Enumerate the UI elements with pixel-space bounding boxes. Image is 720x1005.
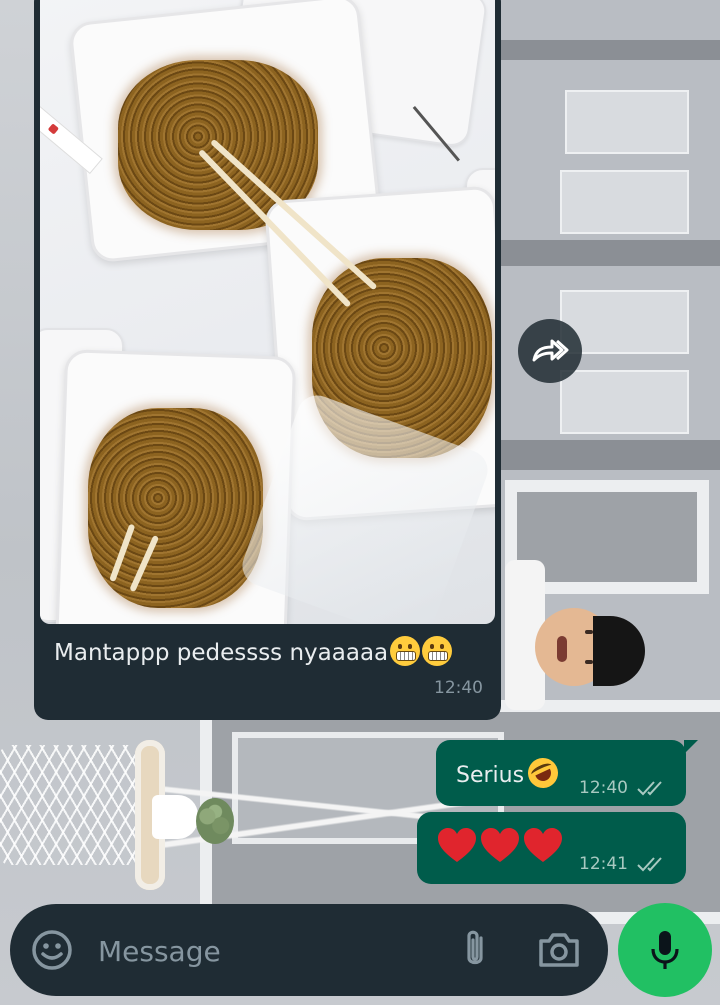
red-heart-emoji bbox=[524, 828, 562, 862]
food-photo[interactable] bbox=[40, 0, 495, 624]
paperclip-icon[interactable] bbox=[453, 928, 497, 972]
message-composer bbox=[10, 904, 608, 996]
hearts-emoji-row bbox=[437, 828, 566, 864]
red-heart-emoji bbox=[438, 828, 476, 862]
grimacing-face-emoji bbox=[422, 636, 453, 666]
message-caption: Mantappp pedessss nyaaaaa bbox=[54, 636, 453, 666]
mic-button[interactable] bbox=[618, 903, 712, 997]
emoji-icon[interactable] bbox=[30, 928, 74, 972]
message-text: Serius bbox=[456, 763, 525, 788]
incoming-image-message[interactable]: Mantappp pedessss nyaaaaa 12:40 bbox=[34, 0, 501, 720]
double-check-icon bbox=[637, 857, 662, 872]
camera-icon[interactable] bbox=[535, 928, 583, 972]
message-timestamp: 12:40 bbox=[579, 778, 628, 798]
message-timestamp: 12:41 bbox=[579, 854, 628, 874]
rolling-on-floor-laughing-emoji bbox=[523, 753, 563, 793]
double-check-icon bbox=[637, 781, 662, 796]
grimacing-face-emoji bbox=[390, 636, 421, 666]
message-timestamp: 12:40 bbox=[434, 678, 483, 698]
forward-icon bbox=[532, 339, 569, 362]
mic-icon bbox=[651, 931, 679, 969]
outgoing-message[interactable]: 12:41 bbox=[417, 812, 686, 884]
caption-text: Mantappp pedessss nyaaaaa bbox=[54, 640, 389, 666]
wallpaper-person bbox=[505, 560, 645, 710]
message-input[interactable] bbox=[96, 924, 430, 978]
red-heart-emoji bbox=[481, 828, 519, 862]
outgoing-message[interactable]: Serius 12:40 bbox=[436, 740, 698, 806]
forward-button[interactable] bbox=[518, 319, 582, 383]
